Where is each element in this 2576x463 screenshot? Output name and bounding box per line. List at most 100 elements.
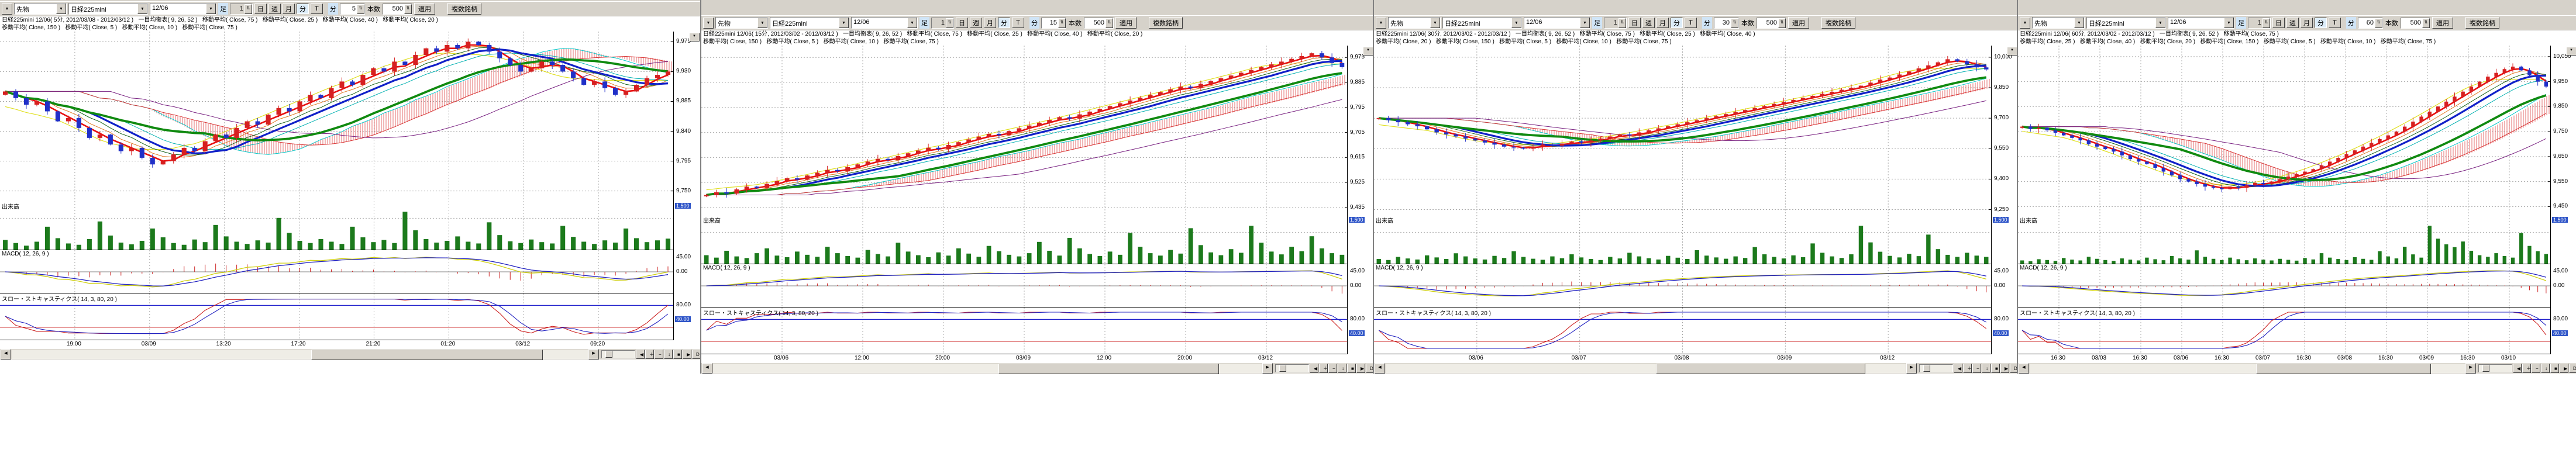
contract-month-select[interactable]: 12/06▼ [2168, 17, 2234, 29]
scrollbar-thumb[interactable] [311, 350, 543, 360]
chart-tool-button-3[interactable]: ↕ [1982, 364, 1990, 373]
collapse-button[interactable]: ▼ [2007, 47, 2017, 56]
chevron-down-icon[interactable]: ▼ [1511, 18, 1521, 28]
multiple-symbols-button[interactable]: 複数銘柄 [2465, 17, 2499, 29]
period-button-day[interactable]: 日 [1628, 18, 1641, 28]
chevron-down-icon[interactable]: ▼ [56, 4, 66, 14]
scrollbar-right-arrow[interactable]: ▶ [2465, 363, 2476, 374]
apply-button[interactable]: 適用 [2432, 17, 2453, 29]
multiple-symbols-button[interactable]: 複数銘柄 [1821, 17, 1855, 29]
period-button-week[interactable]: 週 [970, 18, 982, 28]
scrollbar-right-arrow[interactable]: ▶ [1262, 363, 1273, 374]
spinner-icon[interactable]: ⇅ [946, 18, 953, 28]
bars-count-spinner[interactable]: 500⇅ [2401, 18, 2430, 29]
symbol-select[interactable]: 日経225mini▼ [68, 3, 148, 15]
minute-value-spinner[interactable]: 5⇅ [340, 4, 365, 15]
period-button-month[interactable]: 月 [2301, 18, 2313, 28]
bars-count-spinner[interactable]: 500⇅ [383, 4, 412, 15]
zoom-slider-thumb[interactable] [605, 351, 612, 358]
chevron-down-icon[interactable]: ▼ [1580, 18, 1590, 28]
period-button-day[interactable]: 日 [254, 4, 267, 14]
zoom-slider[interactable] [1275, 364, 1309, 372]
ashi-count-spinner[interactable]: 1⇅ [1604, 18, 1627, 29]
contract-month-select[interactable]: 12/06▼ [1524, 17, 1590, 29]
period-button-month[interactable]: 月 [984, 18, 996, 28]
period-button-tick[interactable]: T [311, 4, 323, 14]
collapse-button[interactable]: ▼ [689, 33, 700, 42]
ashi-count-spinner[interactable]: 1⇅ [2248, 18, 2271, 29]
chevron-down-icon[interactable]: ▼ [839, 18, 849, 28]
scrollbar-right-arrow[interactable]: ▶ [588, 349, 599, 360]
chevron-down-icon[interactable]: ▼ [907, 18, 917, 28]
period-button-week[interactable]: 週 [2286, 18, 2299, 28]
chart-tool-button-1[interactable]: ＋ [1319, 364, 1328, 373]
spinner-icon[interactable]: ⇅ [1731, 18, 1738, 28]
scrollbar-left-arrow[interactable]: ◀ [702, 363, 712, 374]
spinner-icon[interactable]: ⇅ [1618, 18, 1626, 28]
scrollbar-left-arrow[interactable]: ◀ [1375, 363, 1385, 374]
zoom-slider-thumb[interactable] [1279, 365, 1286, 372]
zoom-slider[interactable] [601, 350, 635, 358]
period-button-minute[interactable]: 分 [297, 4, 309, 14]
chart-tool-button-5[interactable]: ▶ [683, 350, 691, 359]
apply-button[interactable]: 適用 [1115, 17, 1137, 29]
period-button-month[interactable]: 月 [1657, 18, 1669, 28]
chart-tool-button-2[interactable]: − [1972, 364, 1981, 373]
spinner-icon[interactable]: ⇅ [357, 4, 364, 14]
minute-value-spinner[interactable]: 60⇅ [2358, 18, 2383, 29]
category-select[interactable]: 先物▼ [715, 17, 768, 29]
apply-button[interactable]: 適用 [1788, 17, 1809, 29]
period-button-day[interactable]: 日 [2272, 18, 2285, 28]
spinner-icon[interactable]: ⇅ [1106, 18, 1113, 28]
chart-tool-button-6[interactable]: D [692, 350, 701, 359]
contract-month-select[interactable]: 12/06▼ [851, 17, 918, 29]
symbol-select[interactable]: 日経225mini▼ [2086, 17, 2166, 29]
chart-tool-button-5[interactable]: ▶ [2000, 364, 2009, 373]
collapse-button[interactable]: ▼ [1363, 47, 1373, 56]
price-chart[interactable] [1374, 46, 1991, 215]
period-button-minute[interactable]: 分 [2315, 18, 2327, 28]
scrollbar-right-arrow[interactable]: ▶ [1906, 363, 1917, 374]
symbol-select[interactable]: 日経225mini▼ [770, 17, 849, 29]
chart-tool-button-5[interactable]: ▶ [1356, 364, 1365, 373]
ashi-count-spinner[interactable]: 1⇅ [230, 4, 253, 15]
zoom-slider[interactable] [2478, 364, 2512, 372]
spinner-icon[interactable]: ⇅ [2262, 18, 2270, 28]
period-button-week[interactable]: 週 [1642, 18, 1655, 28]
chart-tool-button-3[interactable]: ↕ [2541, 364, 2550, 373]
zoom-slider[interactable] [1919, 364, 1953, 372]
category-select[interactable]: 先物▼ [14, 3, 67, 15]
collapsed-combo[interactable]: ▼ [2020, 18, 2030, 29]
chevron-down-icon[interactable]: ▼ [2074, 18, 2084, 28]
chart-tool-button-3[interactable]: ↕ [1338, 364, 1346, 373]
ashi-count-spinner[interactable]: 1⇅ [931, 18, 954, 29]
chart-tool-button-2[interactable]: − [2532, 364, 2540, 373]
price-chart[interactable] [701, 46, 1347, 215]
scrollbar-left-arrow[interactable]: ◀ [1, 349, 11, 360]
bars-count-spinner[interactable]: 500⇅ [1757, 18, 1786, 29]
price-chart[interactable] [2018, 46, 2550, 215]
chart-tool-button-1[interactable]: ＋ [2522, 364, 2531, 373]
scrollbar-thumb[interactable] [2256, 364, 2432, 374]
chart-tool-button-2[interactable]: − [655, 350, 663, 359]
period-button-minute[interactable]: 分 [1671, 18, 1683, 28]
price-chart[interactable] [0, 32, 673, 201]
zoom-slider-thumb[interactable] [1923, 365, 1930, 372]
collapse-button[interactable]: ▼ [2566, 47, 2576, 56]
period-button-tick[interactable]: T [2329, 18, 2341, 28]
scrollbar-track[interactable] [12, 350, 588, 359]
chart-tool-button-5[interactable]: ▶ [2560, 364, 2568, 373]
category-select[interactable]: 先物▼ [1388, 17, 1441, 29]
chart-tool-button-0[interactable]: ◀ [1954, 364, 1962, 373]
spinner-icon[interactable]: ⇅ [404, 4, 412, 14]
chart-tool-button-6[interactable]: D [2569, 364, 2576, 373]
minute-value-spinner[interactable]: 30⇅ [1714, 18, 1739, 29]
chart-tool-button-4[interactable]: ■ [1991, 364, 2000, 373]
chart-tool-button-1[interactable]: ＋ [1963, 364, 1972, 373]
spinner-icon[interactable]: ⇅ [2422, 18, 2430, 28]
chart-tool-button-0[interactable]: ◀ [2513, 364, 2522, 373]
chart-tool-button-4[interactable]: ■ [2550, 364, 2559, 373]
minute-value-spinner[interactable]: 15⇅ [1041, 18, 1066, 29]
multiple-symbols-button[interactable]: 複数銘柄 [1149, 17, 1183, 29]
apply-button[interactable]: 適用 [414, 3, 435, 15]
